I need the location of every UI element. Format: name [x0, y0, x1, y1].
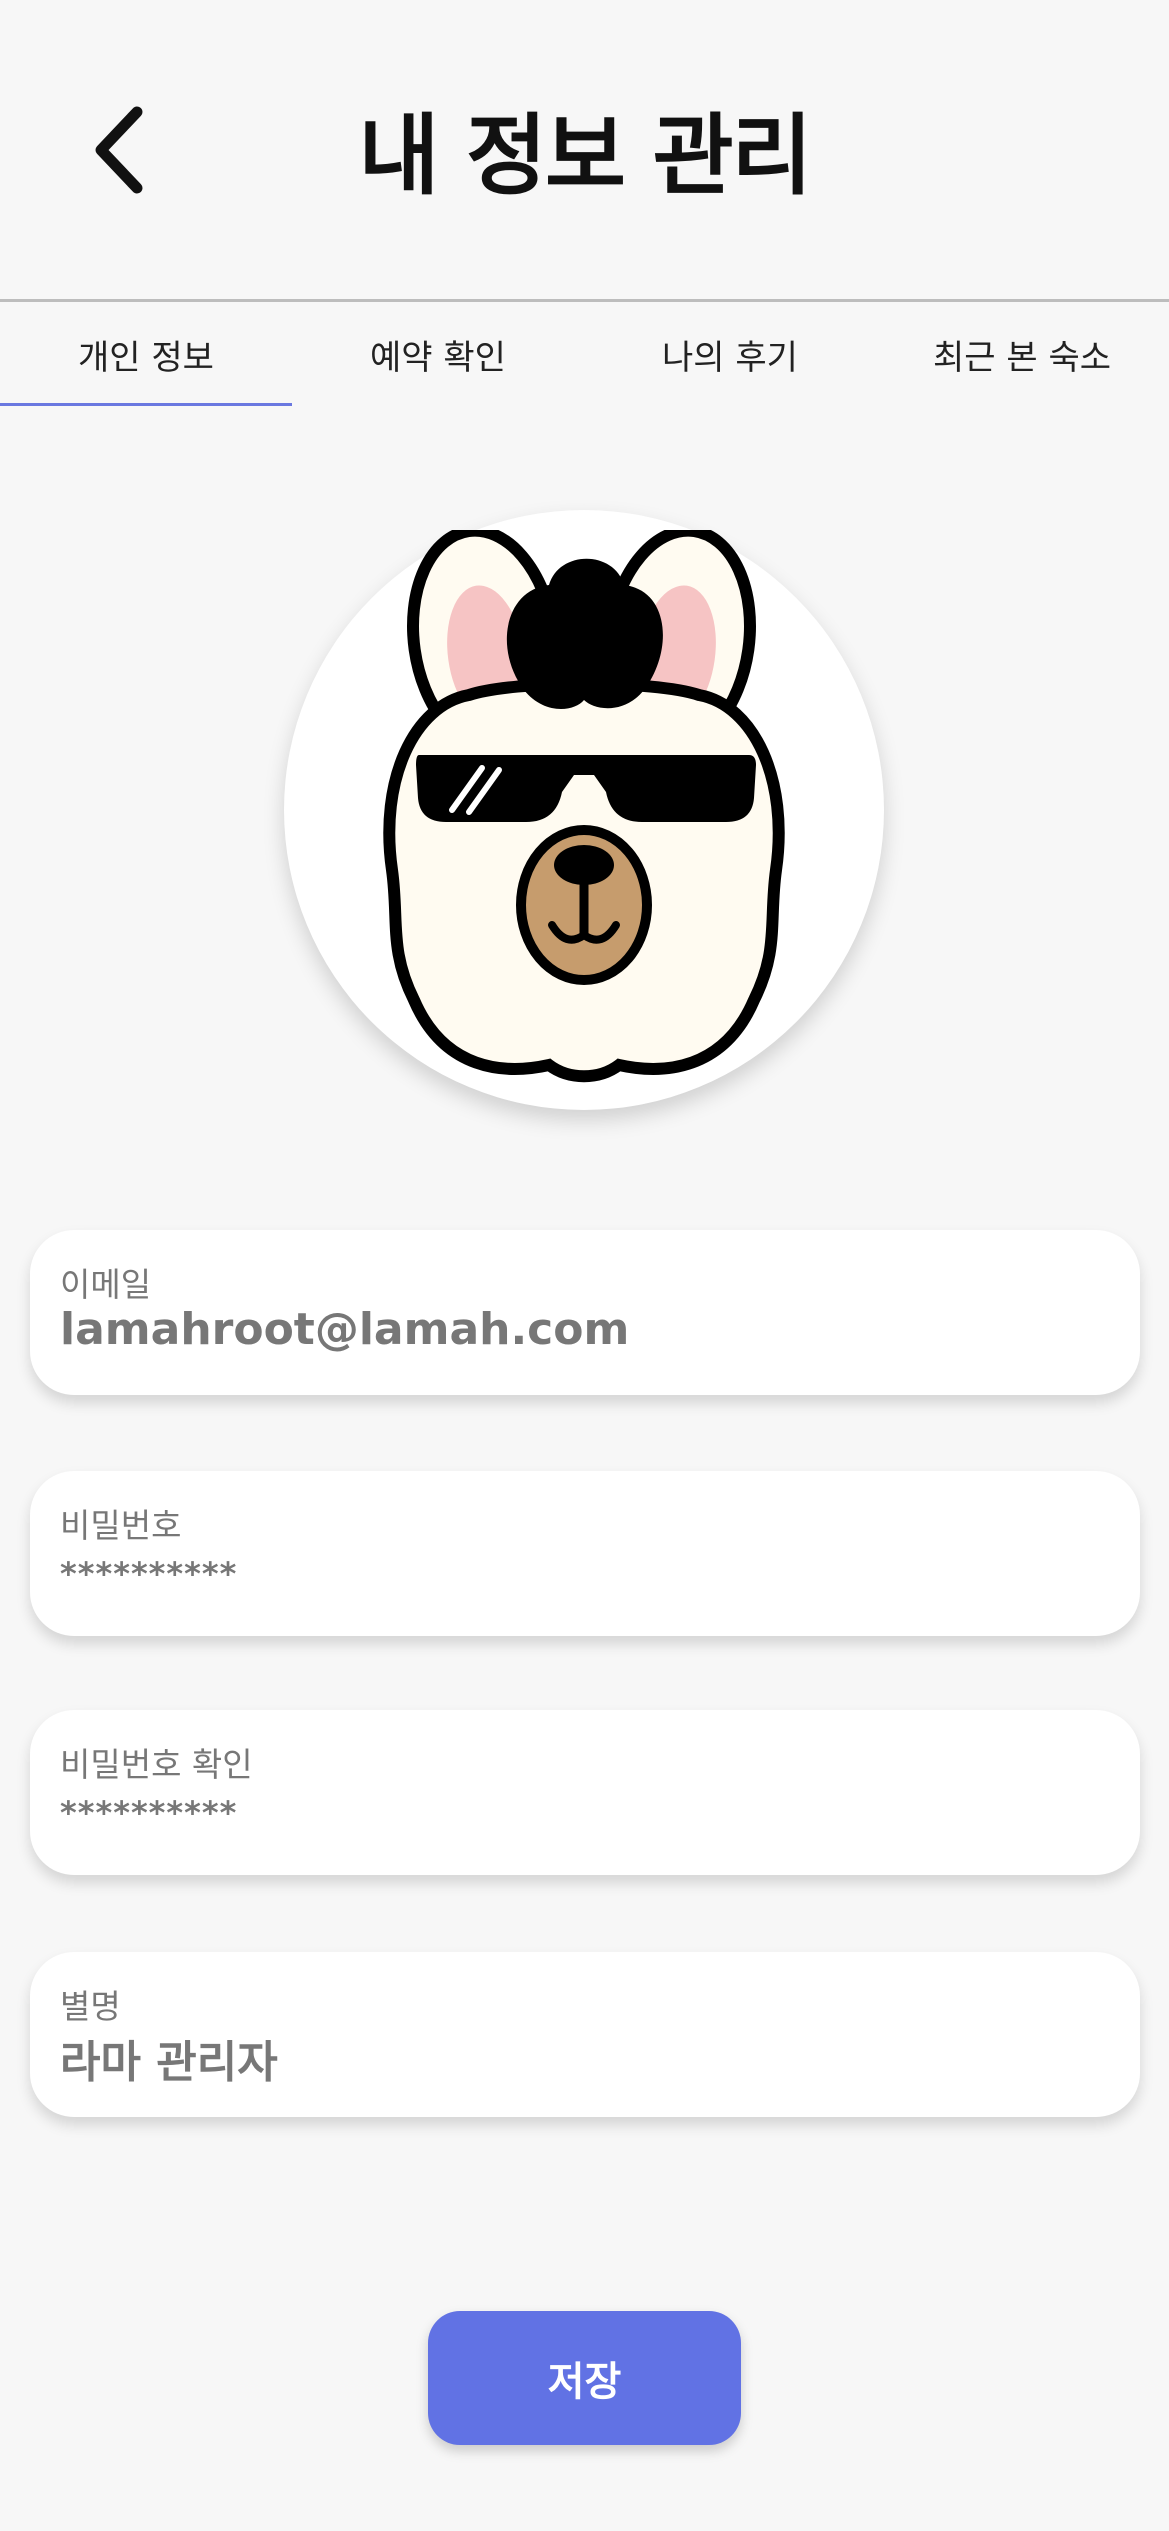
password-confirm-field[interactable]: 비밀번호 확인 ********** [30, 1710, 1140, 1875]
page-title: 내 정보 관리 [358, 104, 812, 207]
password-confirm-value: ********** [60, 1794, 238, 1832]
tab-recently-viewed[interactable]: 최근 본 숙소 [876, 302, 1168, 406]
active-tab-underline [0, 403, 292, 406]
tab-reservations[interactable]: 예약 확인 [292, 302, 584, 406]
llama-mascot-icon [383, 530, 785, 1083]
tab-personal-info[interactable]: 개인 정보 [0, 302, 292, 406]
password-field[interactable]: 비밀번호 ********** [30, 1471, 1140, 1636]
password-value: ********** [60, 1555, 238, 1593]
password-label: 비밀번호 [60, 1506, 182, 1545]
save-button[interactable]: 저장 [428, 2311, 741, 2445]
nickname-label: 별명 [60, 1987, 121, 2026]
email-label: 이메일 [60, 1265, 152, 1304]
password-confirm-label: 비밀번호 확인 [60, 1745, 253, 1784]
email-field[interactable]: 이메일 lamahroot@lamah.com [30, 1230, 1140, 1395]
avatar[interactable] [284, 510, 884, 1110]
tab-bar: 개인 정보 예약 확인 나의 후기 최근 본 숙소 [0, 302, 1169, 406]
tab-my-reviews[interactable]: 나의 후기 [584, 302, 876, 406]
email-value: lamahroot@lamah.com [60, 1304, 630, 1355]
nickname-field[interactable]: 별명 라마 관리자 [30, 1952, 1140, 2117]
nickname-value: 라마 관리자 [60, 2037, 278, 2088]
header: 내 정보 관리 [0, 0, 1169, 300]
